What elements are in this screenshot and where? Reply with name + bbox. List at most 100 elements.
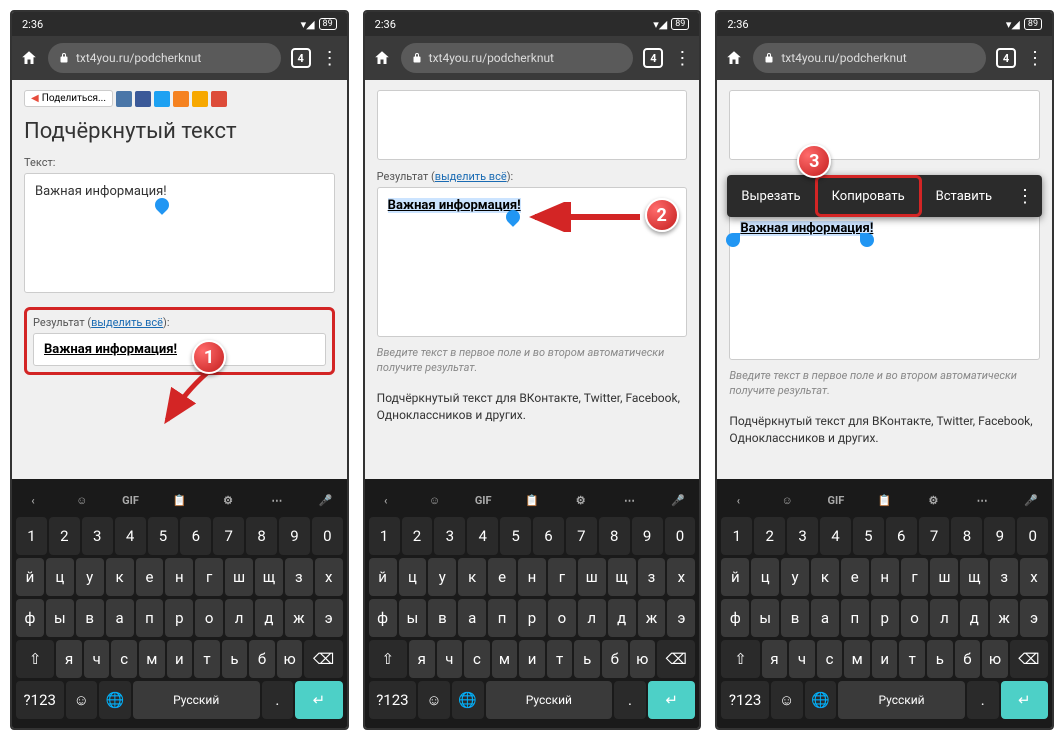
mic-icon[interactable]: 🎤: [313, 487, 339, 513]
more-icon[interactable]: ⋯: [969, 487, 995, 513]
key-letter[interactable]: п: [136, 599, 164, 637]
select-all-link[interactable]: выделить всё: [435, 170, 507, 183]
key-letter[interactable]: п: [841, 599, 869, 637]
key-letter[interactable]: щ: [255, 558, 283, 596]
key-3[interactable]: 3: [434, 517, 465, 555]
key-letter[interactable]: ь: [574, 640, 600, 678]
key-letter[interactable]: н: [871, 558, 899, 596]
key-letter[interactable]: д: [608, 599, 636, 637]
key-7[interactable]: 7: [566, 517, 597, 555]
tabs-button[interactable]: 4: [291, 48, 311, 68]
key-letter[interactable]: в: [76, 599, 104, 637]
google-icon[interactable]: [211, 91, 227, 107]
key-letter[interactable]: к: [106, 558, 134, 596]
symbols-key[interactable]: ?123: [16, 681, 64, 719]
key-letter[interactable]: п: [488, 599, 516, 637]
tabs-button[interactable]: 4: [643, 48, 663, 68]
key-letter[interactable]: б: [602, 640, 628, 678]
key-letter[interactable]: в: [428, 599, 456, 637]
key-letter[interactable]: ц: [399, 558, 427, 596]
home-icon[interactable]: [373, 49, 391, 67]
key-letter[interactable]: э: [1020, 599, 1048, 637]
paste-menuitem[interactable]: Вставить: [922, 175, 1006, 217]
key-letter[interactable]: с: [111, 640, 137, 678]
enter-key[interactable]: ↵: [295, 681, 343, 719]
key-letter[interactable]: с: [464, 640, 490, 678]
key-letter[interactable]: щ: [608, 558, 636, 596]
key-9[interactable]: 9: [632, 517, 663, 555]
key-6[interactable]: 6: [886, 517, 917, 555]
more-icon[interactable]: ⋯: [617, 487, 643, 513]
key-letter[interactable]: а: [106, 599, 134, 637]
menu-icon[interactable]: ⋮: [673, 48, 691, 69]
key-letter[interactable]: х: [667, 558, 695, 596]
key-letter[interactable]: а: [811, 599, 839, 637]
copy-menuitem[interactable]: Копировать: [815, 175, 922, 217]
key-8[interactable]: 8: [599, 517, 630, 555]
key-letter[interactable]: р: [518, 599, 546, 637]
symbols-key[interactable]: ?123: [721, 681, 769, 719]
key-letter[interactable]: о: [548, 599, 576, 637]
key-2[interactable]: 2: [49, 517, 80, 555]
key-letter[interactable]: ч: [84, 640, 110, 678]
key-letter[interactable]: д: [960, 599, 988, 637]
sticker-icon[interactable]: ☺: [69, 487, 95, 513]
key-letter[interactable]: с: [817, 640, 843, 678]
gif-button[interactable]: GIF: [470, 487, 496, 513]
key-letter[interactable]: в: [781, 599, 809, 637]
key-letter[interactable]: ф: [721, 599, 749, 637]
key-letter[interactable]: и: [519, 640, 545, 678]
key-letter[interactable]: р: [165, 599, 193, 637]
key-letter[interactable]: е: [841, 558, 869, 596]
period-key[interactable]: .: [262, 681, 294, 719]
key-letter[interactable]: ф: [369, 599, 397, 637]
key-letter[interactable]: м: [492, 640, 518, 678]
gif-button[interactable]: GIF: [823, 487, 849, 513]
key-letter[interactable]: е: [136, 558, 164, 596]
emoji-key[interactable]: ☺: [418, 681, 450, 719]
enter-key[interactable]: ↵: [648, 681, 696, 719]
globe-key[interactable]: 🌐: [99, 681, 131, 719]
result-textbox[interactable]: Важная информация!: [729, 210, 1040, 360]
key-letter[interactable]: у: [76, 558, 104, 596]
settings-icon[interactable]: ⚙: [215, 487, 241, 513]
collapse-icon[interactable]: ‹: [725, 487, 751, 513]
key-letter[interactable]: ю: [630, 640, 656, 678]
key-letter[interactable]: б: [955, 640, 981, 678]
key-letter[interactable]: г: [901, 558, 929, 596]
url-bar[interactable]: txt4you.ru/podcherknut: [401, 43, 634, 73]
key-8[interactable]: 8: [246, 517, 277, 555]
sticker-icon[interactable]: ☺: [421, 487, 447, 513]
emoji-key[interactable]: ☺: [771, 681, 803, 719]
key-letter[interactable]: у: [781, 558, 809, 596]
url-bar[interactable]: txt4you.ru/podcherknut: [753, 43, 986, 73]
result-textbox[interactable]: Важная информация!: [33, 333, 326, 366]
key-letter[interactable]: ч: [789, 640, 815, 678]
key-2[interactable]: 2: [754, 517, 785, 555]
key-letter[interactable]: я: [409, 640, 435, 678]
key-letter[interactable]: р: [871, 599, 899, 637]
key-letter[interactable]: т: [547, 640, 573, 678]
key-letter[interactable]: з: [638, 558, 666, 596]
key-0[interactable]: 0: [312, 517, 343, 555]
key-1[interactable]: 1: [369, 517, 400, 555]
clipboard-icon[interactable]: 📋: [519, 487, 545, 513]
selection-handle-right-icon[interactable]: [860, 233, 874, 247]
period-key[interactable]: .: [967, 681, 999, 719]
key-letter[interactable]: т: [194, 640, 220, 678]
key-7[interactable]: 7: [213, 517, 244, 555]
key-letter[interactable]: з: [285, 558, 313, 596]
key-letter[interactable]: й: [16, 558, 44, 596]
key-9[interactable]: 9: [984, 517, 1015, 555]
clipboard-icon[interactable]: 📋: [872, 487, 898, 513]
home-icon[interactable]: [725, 49, 743, 67]
input-textbox[interactable]: [729, 90, 1040, 160]
settings-icon[interactable]: ⚙: [568, 487, 594, 513]
key-letter[interactable]: э: [667, 599, 695, 637]
key-letter[interactable]: ц: [751, 558, 779, 596]
key-letter[interactable]: а: [458, 599, 486, 637]
key-letter[interactable]: я: [762, 640, 788, 678]
key-4[interactable]: 4: [467, 517, 498, 555]
sticker-icon[interactable]: ☺: [774, 487, 800, 513]
home-icon[interactable]: [20, 49, 38, 67]
